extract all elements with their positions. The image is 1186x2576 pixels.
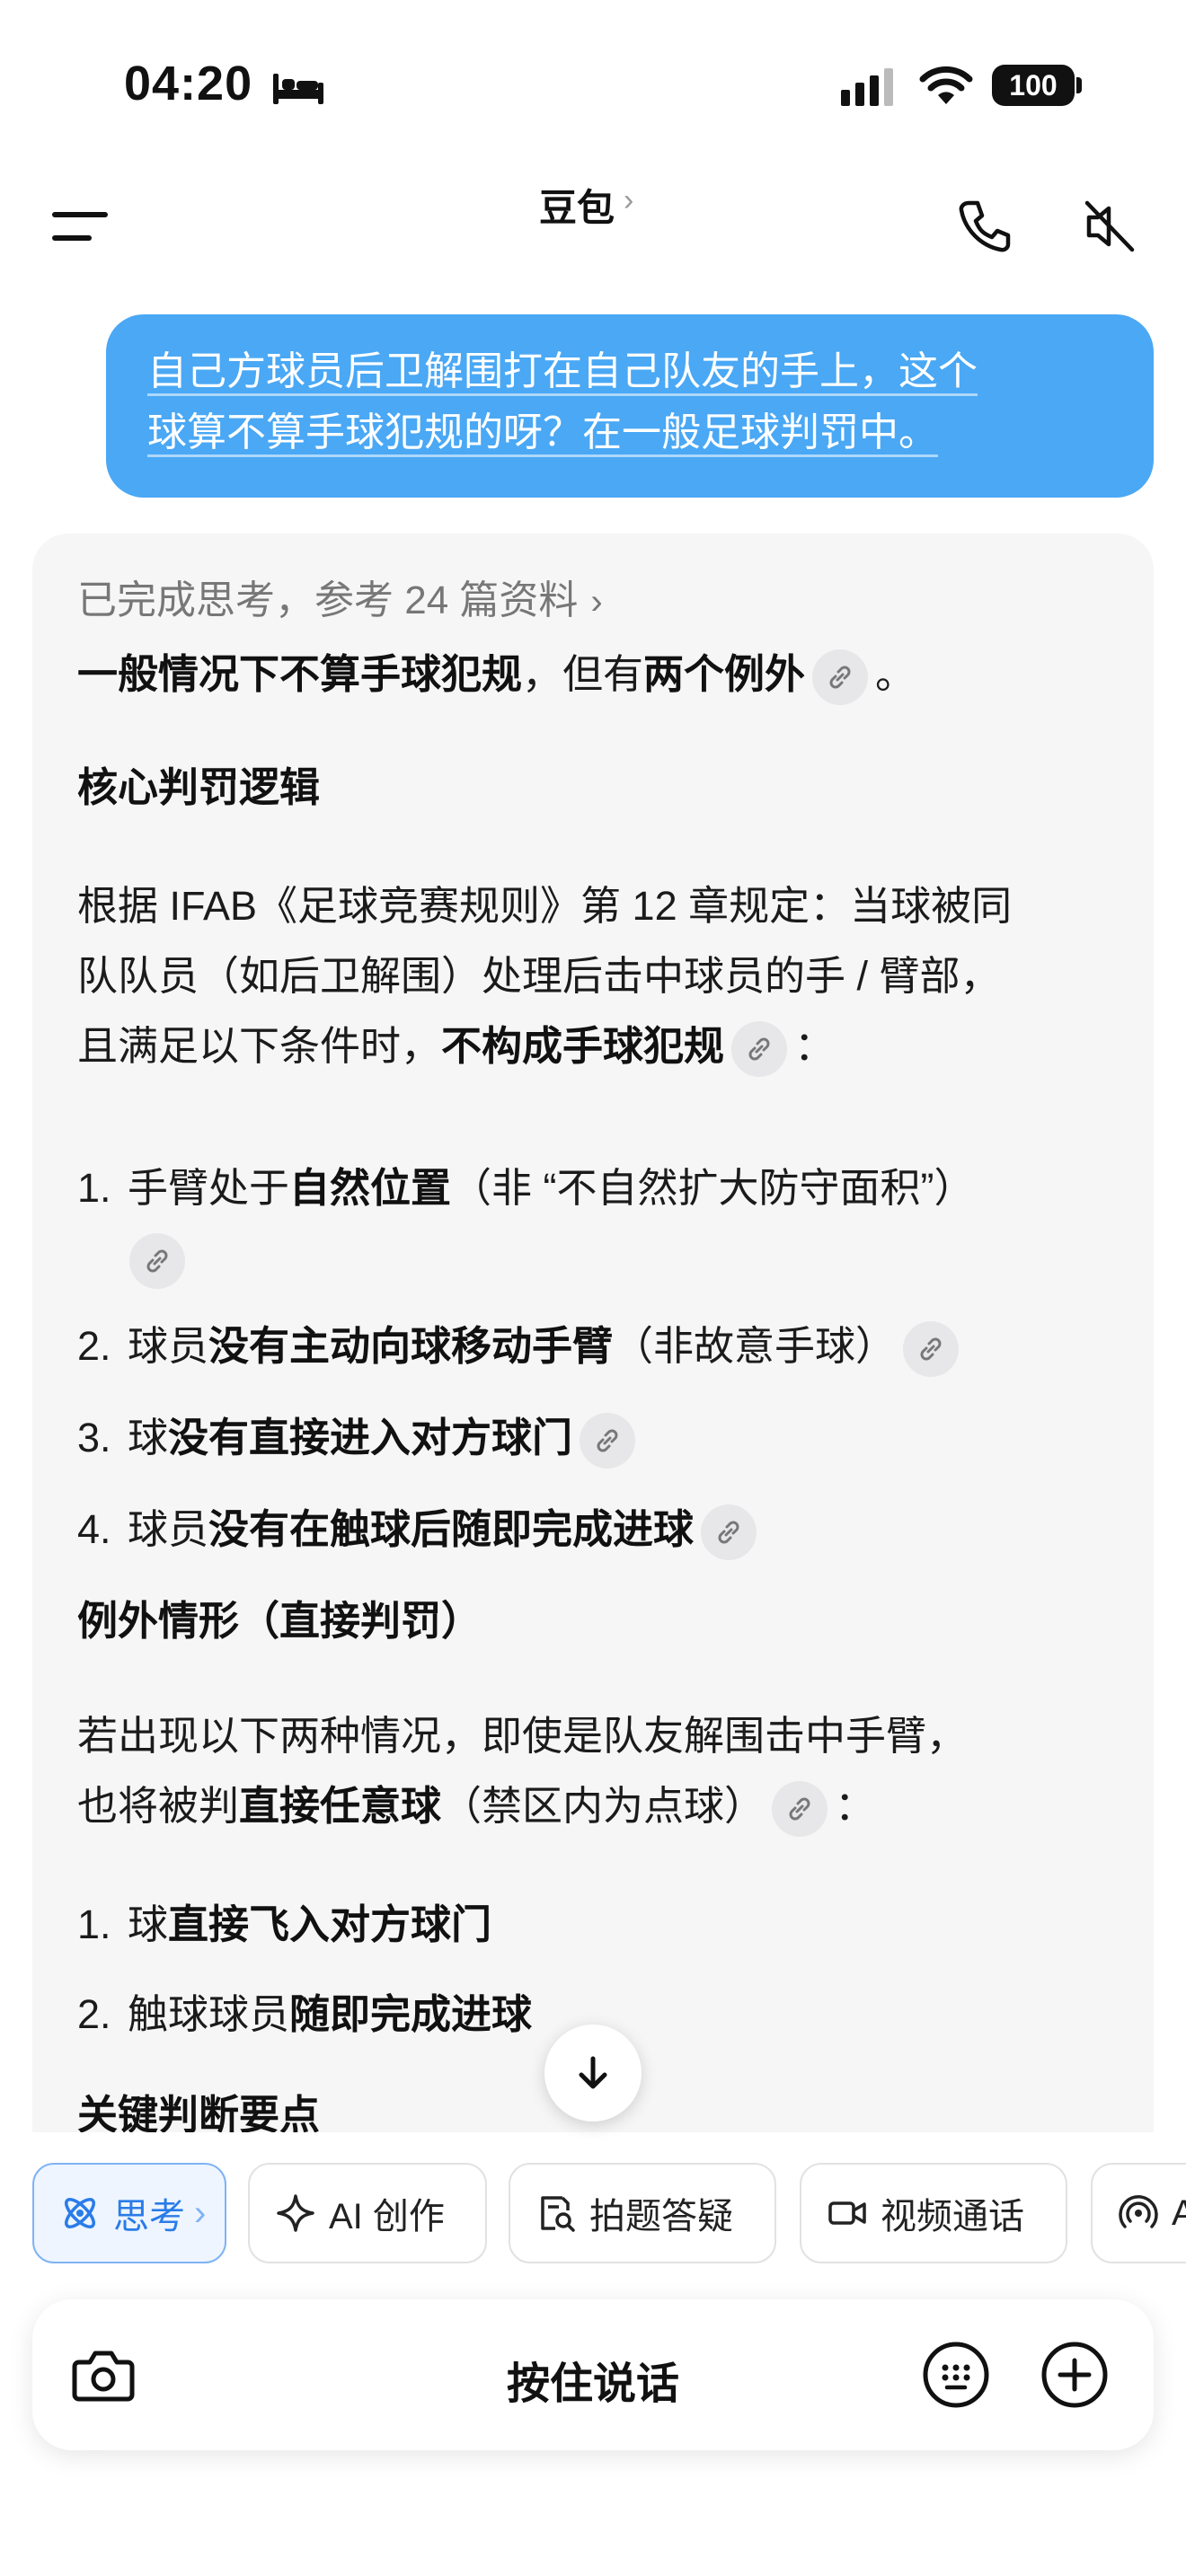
list-text: 触球球员	[128, 1991, 290, 2037]
list-text: 球员	[128, 1506, 209, 1552]
user-message-bubble[interactable]: 自己方球员后卫解围打在自己队友的手上，这个 球算不算手球犯规的呀？在一般足球判罚…	[106, 314, 1154, 498]
video-call-chip[interactable]: 视频通话	[800, 2163, 1067, 2263]
list-text: （非 “不自然扩大防守面积”）	[451, 1165, 975, 1211]
answer-summary: 一般情况下不算手球犯规，但有两个例外 。	[77, 640, 1120, 710]
speaker-muted-icon[interactable]	[1080, 198, 1137, 255]
more-chip[interactable]: A	[1091, 2163, 1186, 2263]
user-message-line: 自己方球员后卫解围打在自己队友的手上，这个	[147, 349, 978, 396]
chip-label: 视频通话	[881, 2197, 1024, 2236]
battery-indicator: 100	[992, 65, 1075, 106]
paragraph-line: 若出现以下两种情况，即使是队友解围击中手臂，	[77, 1713, 968, 1759]
list-item: 1. 球直接飞入对方球门	[77, 1890, 1120, 1960]
list-item: 4. 球员没有在触球后随即完成进球	[77, 1495, 1120, 1565]
heading-text: 关键判断要点	[77, 2092, 321, 2132]
source-link-icon[interactable]	[731, 1021, 788, 1078]
list-item: 2. 球员没有主动向球移动手臂（非故意手球）	[77, 1311, 1120, 1381]
source-link-icon[interactable]	[903, 1321, 960, 1378]
chevron-right-icon[interactable]: ›	[624, 183, 633, 218]
photo-qa-chip[interactable]: 拍题答疑	[509, 2163, 776, 2263]
source-link-icon[interactable]	[701, 1504, 757, 1561]
list-item: 3. 球没有直接进入对方球门	[77, 1403, 1120, 1473]
list-number: 2.	[77, 1991, 111, 2037]
arrow-down-icon	[579, 2056, 607, 2089]
plus-icon[interactable]	[1040, 2341, 1109, 2409]
assistant-name[interactable]: 豆包	[539, 178, 615, 233]
source-link-icon[interactable]	[812, 649, 869, 706]
user-message-line: 球算不算手球犯规的呀？在一般足球判罚中。	[147, 410, 938, 457]
summary-bold: 两个例外	[643, 651, 806, 697]
list-bold: 随即完成进球	[289, 1991, 533, 2037]
rule-paragraph: 根据 IFAB《足球竞赛规则》第 12 章规定：当球被同 队队员（如后卫解围）处…	[77, 871, 1120, 1081]
quick-action-chips: 思考 › AI 创作 拍题答疑 视频通话 A	[0, 2163, 1186, 2267]
battery-tip	[1076, 77, 1082, 93]
chip-label: A	[1172, 2192, 1186, 2233]
atom-icon	[65, 2198, 95, 2228]
think-mode-chip[interactable]: 思考 ›	[32, 2163, 226, 2263]
chip-label: AI 创作	[329, 2197, 445, 2236]
paragraph-line: 队队员（如后卫解围）处理后击中球员的手 / 臂部，	[77, 953, 1001, 999]
list-bold: 没有在触球后随即完成进球	[208, 1506, 695, 1552]
list-number: 3.	[77, 1415, 111, 1460]
assistant-answer-card: 已完成思考，参考 24 篇资料 › 一般情况下不算手球犯规，但有两个例外 。 核心判…	[32, 534, 1154, 2132]
list-bold: 直接飞入对方球门	[168, 1901, 492, 1947]
paragraph-bold: 不构成手球犯规	[441, 1023, 725, 1069]
scroll-to-bottom-button[interactable]	[544, 2025, 642, 2122]
chat-header: 豆包 ›	[0, 171, 1186, 296]
section-heading-exception: 例外情形（直接判罚）	[77, 1586, 1120, 1656]
list-text: 球	[128, 1415, 169, 1460]
paragraph-line: 根据 IFAB《足球竞赛规则》第 12 章规定：当球被同	[77, 883, 1013, 929]
status-time: 04:20	[124, 57, 253, 110]
list-number: 2.	[77, 1323, 111, 1369]
paragraph-line: （禁区内为点球）	[441, 1783, 766, 1829]
heading-text: 例外情形（直接判罚）	[77, 1598, 482, 1644]
user-message-text: 自己方球员后卫解围打在自己队友的手上，这个 球算不算手球犯规的呀？在一般足球判罚…	[147, 341, 1118, 463]
summary-text: ，但有	[522, 651, 644, 697]
source-link-icon[interactable]	[772, 1781, 828, 1838]
summary-text: 。	[875, 651, 916, 697]
section-heading-core: 核心判罚逻辑	[77, 753, 1120, 823]
chip-label: 思考	[113, 2197, 185, 2236]
status-bar: 04:20 100	[0, 0, 1186, 171]
menu-icon[interactable]	[52, 208, 111, 244]
keyboard-icon[interactable]	[922, 2341, 990, 2409]
paragraph-line: ：	[835, 1783, 876, 1829]
list-bold: 没有主动向球移动手臂	[208, 1323, 614, 1369]
sparkle-icon	[277, 2194, 314, 2232]
list-text: 球	[128, 1901, 169, 1947]
chevron-right-icon: ›	[194, 2192, 207, 2233]
document-search-icon	[541, 2196, 575, 2232]
wifi-icon	[919, 66, 973, 104]
ai-create-chip[interactable]: AI 创作	[248, 2163, 487, 2263]
list-number: 1.	[77, 1165, 111, 1211]
paragraph-line: 也将被判	[77, 1783, 240, 1829]
list-text: 手臂处于	[128, 1165, 290, 1211]
voice-input-bar[interactable]: 按住说话	[32, 2299, 1154, 2450]
chevron-right-icon: ›	[590, 582, 603, 622]
list-text: （非故意手球）	[613, 1323, 897, 1369]
phone-call-icon[interactable]	[956, 198, 1013, 255]
thinking-summary-toggle[interactable]: 已完成思考，参考 24 篇资料 ›	[77, 568, 603, 625]
exception-paragraph: 若出现以下两种情况，即使是队友解围击中手臂， 也将被判直接任意球（禁区内为点球）…	[77, 1701, 1120, 1841]
source-link-icon[interactable]	[580, 1413, 636, 1469]
paragraph-line: ：	[794, 1023, 836, 1069]
chip-label: 拍题答疑	[589, 2197, 733, 2236]
broadcast-icon	[1119, 2195, 1158, 2228]
list-number: 1.	[77, 1901, 111, 1947]
summary-bold: 一般情况下不算手球犯规	[77, 651, 523, 697]
sleep-mode-icon	[273, 74, 323, 104]
cellular-signal-icon	[841, 68, 893, 106]
heading-text: 核心判罚逻辑	[77, 764, 321, 810]
thinking-summary-text: 已完成思考，参考 24 篇资料	[77, 578, 579, 622]
paragraph-line: 且满足以下条件时，	[77, 1023, 442, 1069]
paragraph-bold: 直接任意球	[239, 1783, 442, 1829]
video-camera-icon	[828, 2201, 866, 2225]
list-item: 1. 手臂处于自然位置（非 “不自然扩大防守面积”）	[77, 1153, 1120, 1293]
list-number: 4.	[77, 1506, 111, 1552]
list-bold: 自然位置	[289, 1165, 452, 1211]
list-bold: 没有直接进入对方球门	[168, 1415, 573, 1460]
source-link-icon[interactable]	[129, 1233, 185, 1290]
list-text: 球员	[128, 1323, 209, 1369]
